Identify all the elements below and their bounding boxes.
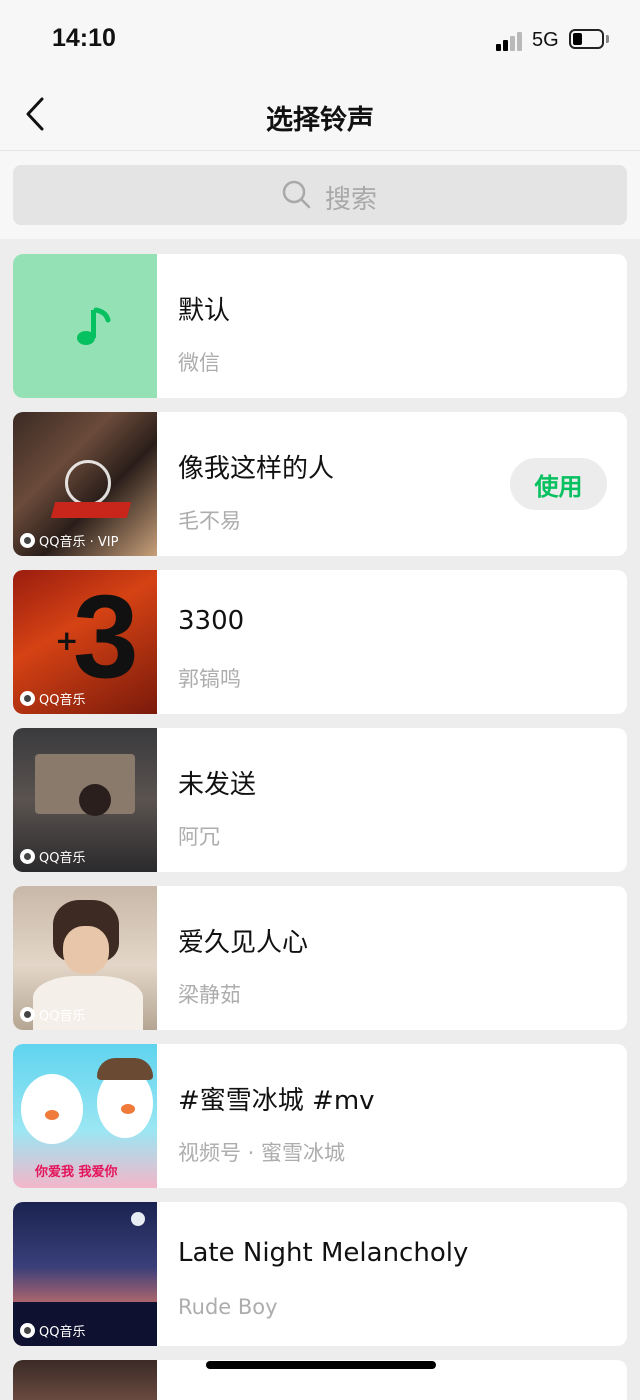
qq-music-badge: QQ音乐 (20, 847, 85, 866)
search-placeholder: 搜索 (325, 185, 378, 215)
ringtone-artist: 微信 (178, 351, 220, 375)
album-cover (13, 1360, 157, 1400)
music-note-icon (77, 307, 111, 345)
ringtone-item-3300[interactable]: 3 + QQ音乐 3300 郭镐鸣 (13, 570, 627, 714)
ringtone-item-mi-xue-bing-cheng[interactable]: 你爱我 我爱你 #蜜雪冰城 #mv 视频号 · 蜜雪冰城 (13, 1044, 627, 1188)
ringtone-title: Late Night Melancholy (178, 1238, 469, 1268)
video-caption: 你爱我 我爱你 (35, 1165, 118, 1180)
home-indicator (206, 1361, 436, 1369)
ringtone-title: 3300 (178, 606, 245, 636)
ringtone-artist: 梁静茹 (178, 983, 241, 1007)
ringtone-item-wei-fa-song[interactable]: QQ音乐 未发送 阿冗 (13, 728, 627, 872)
status-bar: 14:10 5G (0, 0, 640, 80)
album-cover: QQ音乐 (13, 886, 157, 1030)
ringtone-item-late-night-melancholy[interactable]: QQ音乐 Late Night Melancholy Rude Boy (13, 1202, 627, 1346)
album-cover: 3 + QQ音乐 (13, 570, 157, 714)
ringtone-title: 爱久见人心 (178, 928, 309, 958)
ringtone-artist: 郭镐鸣 (178, 667, 241, 691)
use-button[interactable]: 使用 (510, 458, 607, 510)
ringtone-artist: Rude Boy (178, 1295, 278, 1319)
album-cover: QQ音乐 (13, 728, 157, 872)
ringtone-artist: 毛不易 (178, 509, 241, 533)
default-thumbnail (13, 254, 157, 398)
ringtone-item-default[interactable]: 默认 微信 (13, 254, 627, 398)
network-type: 5G (532, 29, 559, 51)
search-area: 搜索 (0, 151, 640, 239)
ringtone-title: 像我这样的人 (178, 454, 335, 484)
battery-tip (606, 35, 609, 43)
ringtone-item-ai-jiu-jian-ren-xin[interactable]: QQ音乐 爱久见人心 梁静茹 (13, 886, 627, 1030)
qq-music-badge: QQ音乐 (20, 1005, 85, 1024)
video-cover: 你爱我 我爱你 (13, 1044, 157, 1188)
ringtone-title: #蜜雪冰城 #mv (178, 1086, 375, 1116)
ringtone-title: 默认 (178, 296, 231, 326)
qq-music-badge: QQ音乐 · VIP (20, 531, 118, 550)
battery-icon (569, 29, 604, 49)
status-time: 14:10 (52, 24, 116, 52)
ringtone-item-xiang-wo-zhe-yang-de-ren[interactable]: QQ音乐 · VIP 像我这样的人 毛不易 使用 (13, 412, 627, 556)
album-cover: QQ音乐 · VIP (13, 412, 157, 556)
ringtone-artist: 视频号 · 蜜雪冰城 (178, 1141, 346, 1165)
search-icon (282, 180, 311, 209)
signal-icon (496, 31, 524, 51)
ringtone-artist: 阿冗 (178, 825, 220, 849)
qq-music-badge: QQ音乐 (20, 689, 85, 708)
ringtone-title: 未发送 (178, 770, 257, 800)
album-cover: QQ音乐 (13, 1202, 157, 1346)
qq-music-badge: QQ音乐 (20, 1321, 85, 1340)
nav-bar: 选择铃声 (0, 80, 640, 151)
page-title: 选择铃声 (266, 105, 374, 136)
search-input[interactable]: 搜索 (13, 165, 627, 225)
